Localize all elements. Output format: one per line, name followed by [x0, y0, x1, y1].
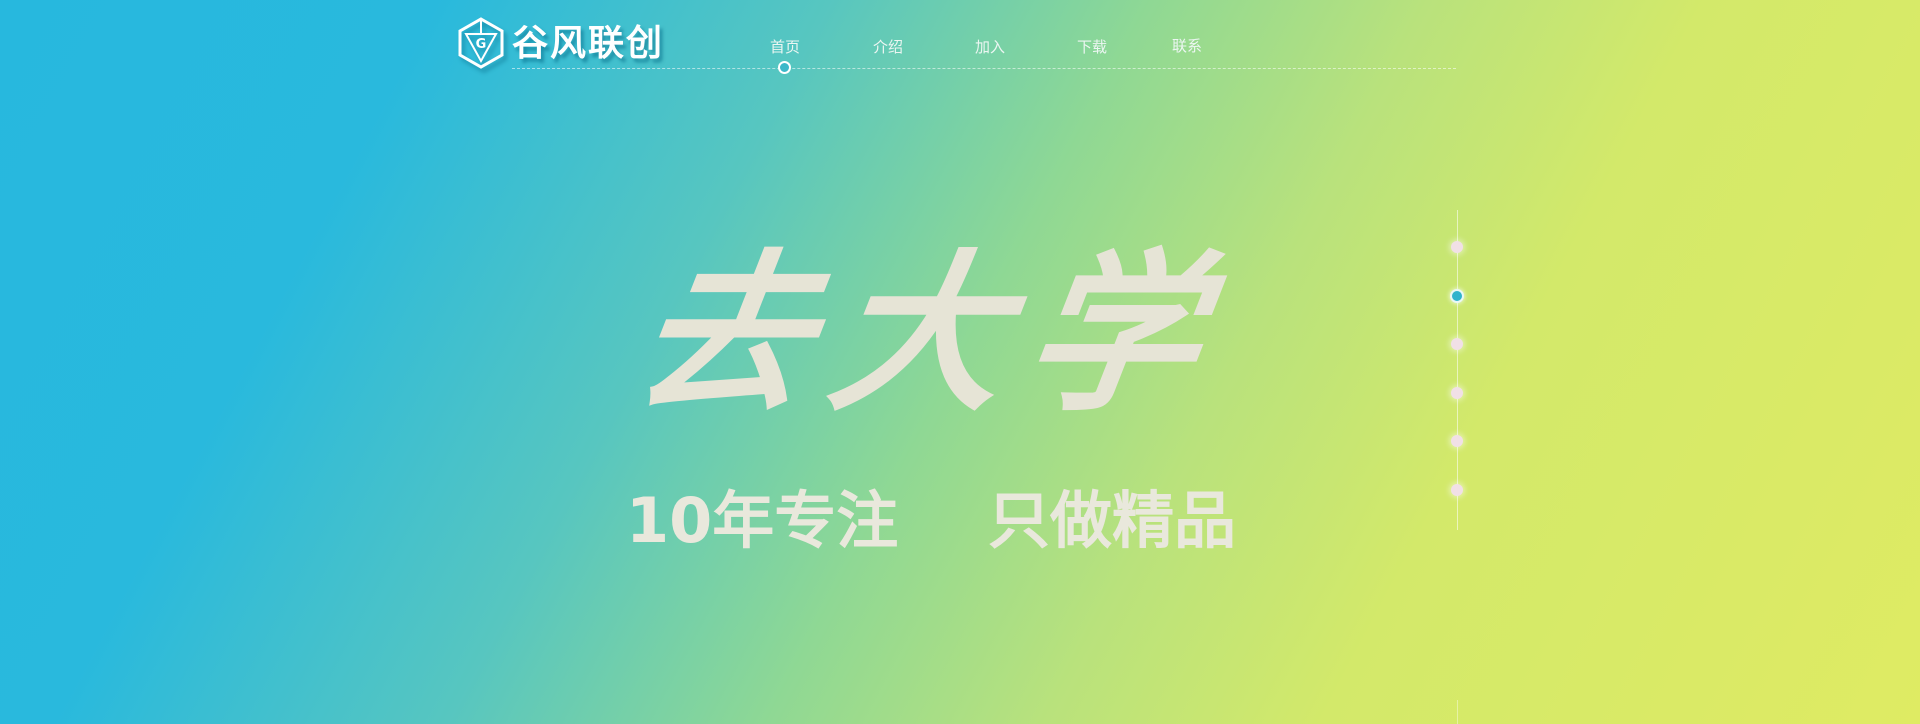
pager-dot-5[interactable]	[1451, 435, 1463, 447]
pager-track	[1457, 210, 1458, 530]
pager-dot-3[interactable]	[1451, 338, 1463, 350]
pager-track-tail	[1457, 700, 1458, 724]
pager-dot-2[interactable]	[1450, 289, 1464, 303]
slogan-right: 只做精品	[987, 484, 1236, 557]
pager-dot-4[interactable]	[1451, 387, 1463, 399]
nav-item-download[interactable]: 下载	[1077, 36, 1107, 57]
pager-dot-1[interactable]	[1451, 241, 1463, 253]
nav-underline-divider	[512, 68, 1456, 69]
pager-dot-6[interactable]	[1451, 484, 1463, 496]
nav-item-contact[interactable]: 联系	[1172, 35, 1202, 56]
hero-slogan: 10年专注 只做精品	[626, 486, 1236, 556]
nav-active-marker	[778, 61, 791, 74]
slogan-left: 10年专注	[626, 484, 899, 557]
main-nav: 首页 介绍 加入 下载 联系	[0, 36, 1920, 58]
nav-item-home[interactable]: 首页	[770, 36, 800, 57]
nav-item-join[interactable]: 加入	[975, 36, 1005, 57]
nav-item-intro[interactable]: 介绍	[873, 36, 903, 57]
hero-calligraphy-title: 去大学	[624, 232, 1236, 435]
